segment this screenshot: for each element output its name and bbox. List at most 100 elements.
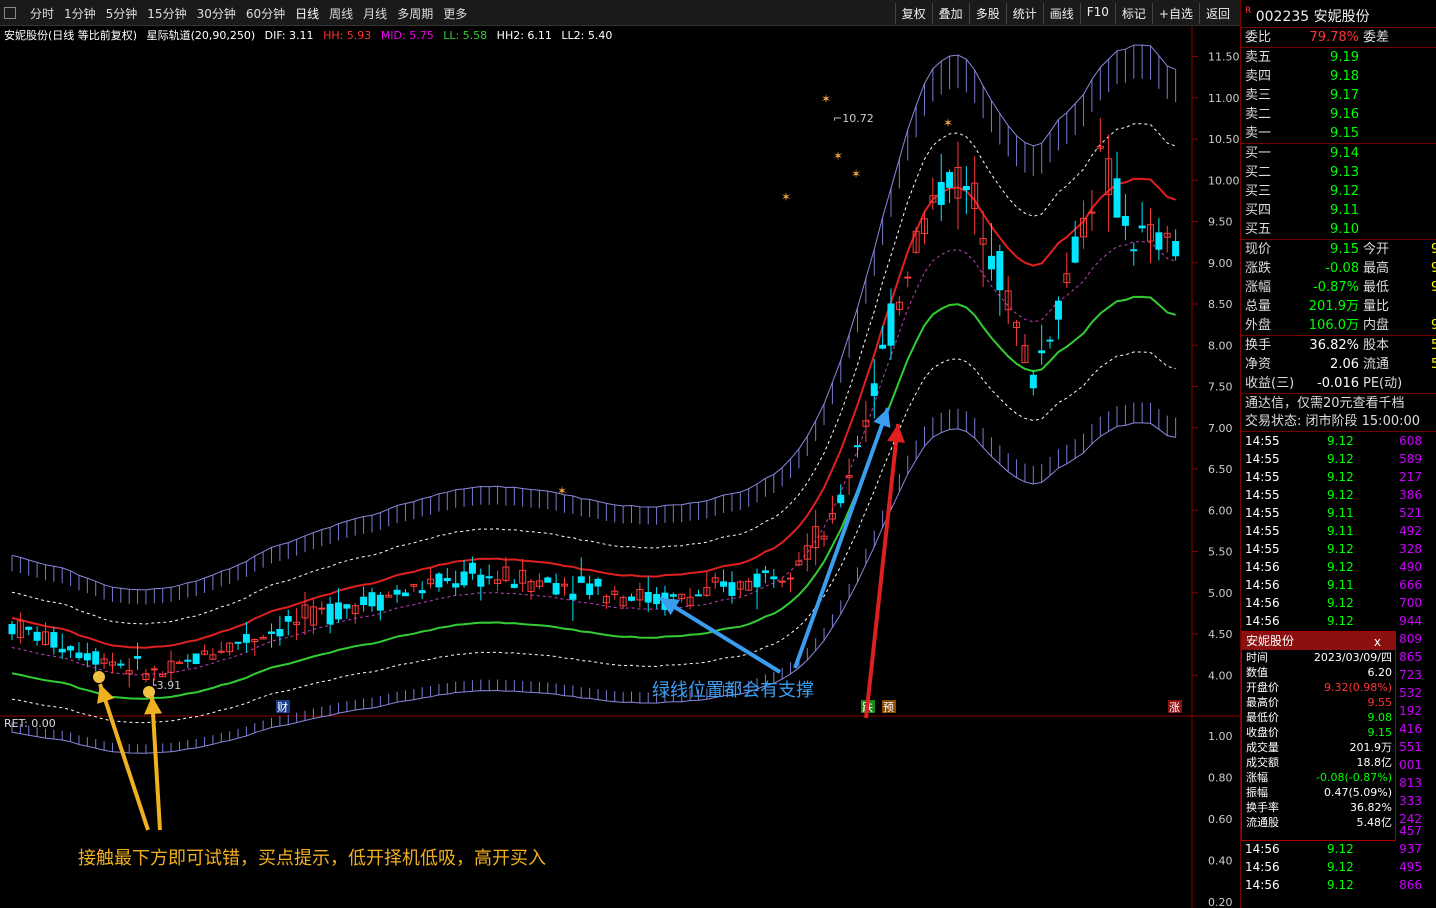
candle-body[interactable] bbox=[150, 668, 158, 671]
candle-body[interactable] bbox=[460, 571, 468, 586]
candle-body[interactable] bbox=[879, 344, 887, 349]
candle-body[interactable] bbox=[904, 276, 912, 279]
candle-body[interactable] bbox=[728, 582, 736, 596]
candle-body[interactable] bbox=[276, 628, 284, 637]
tool-tab[interactable]: F10 bbox=[1079, 3, 1115, 24]
candle-body[interactable] bbox=[962, 185, 970, 191]
tool-tab[interactable]: 叠加 bbox=[931, 3, 969, 24]
candle-body[interactable] bbox=[770, 576, 778, 580]
candle-body[interactable] bbox=[653, 593, 661, 605]
candle-body[interactable] bbox=[8, 623, 16, 635]
candle-body[interactable] bbox=[669, 594, 677, 597]
candle-body[interactable] bbox=[644, 591, 652, 603]
candle-body[interactable] bbox=[326, 603, 334, 625]
candle-body[interactable] bbox=[996, 251, 1004, 291]
candle-body[interactable] bbox=[1172, 241, 1180, 257]
period-tab[interactable]: 30分钟 bbox=[197, 5, 236, 22]
notice[interactable]: 通达信，仅需20元查看千档 bbox=[1241, 393, 1436, 412]
period-tab[interactable]: 多周期 bbox=[397, 5, 433, 22]
candle-body[interactable] bbox=[627, 596, 635, 601]
candle-body[interactable] bbox=[318, 607, 326, 610]
candle-body[interactable] bbox=[778, 580, 786, 583]
candle-body[interactable] bbox=[1046, 339, 1054, 342]
tool-tab[interactable]: 复权 bbox=[894, 3, 932, 24]
candle-body[interactable] bbox=[184, 659, 192, 662]
period-tab[interactable]: 月线 bbox=[363, 5, 387, 22]
candle-body[interactable] bbox=[401, 592, 409, 597]
candle-body[interactable] bbox=[393, 589, 401, 595]
candle-body[interactable] bbox=[25, 626, 33, 630]
candle-body[interactable] bbox=[569, 593, 577, 600]
candle-body[interactable] bbox=[58, 648, 66, 653]
candle-body[interactable] bbox=[376, 594, 384, 611]
tool-tab[interactable]: +自选 bbox=[1151, 3, 1199, 24]
candle-body[interactable] bbox=[787, 577, 795, 580]
candle-body[interactable] bbox=[468, 562, 476, 574]
candle-body[interactable] bbox=[854, 445, 862, 448]
tool-tab[interactable]: 标记 bbox=[1114, 3, 1152, 24]
close-icon[interactable]: x bbox=[1374, 633, 1381, 651]
candle-body[interactable] bbox=[117, 663, 125, 666]
candle-body[interactable] bbox=[753, 573, 761, 588]
candle-body[interactable] bbox=[334, 602, 342, 620]
candle-body[interactable] bbox=[92, 651, 100, 665]
candle-body[interactable] bbox=[1138, 225, 1146, 229]
candle-body[interactable] bbox=[720, 581, 728, 587]
candle-body[interactable] bbox=[33, 631, 41, 641]
candle-body[interactable] bbox=[83, 653, 91, 661]
candle-body[interactable] bbox=[360, 596, 368, 606]
tool-tab[interactable]: 返回 bbox=[1198, 3, 1236, 24]
period-tab[interactable]: 日线 bbox=[295, 5, 319, 22]
candle-body[interactable] bbox=[134, 656, 142, 659]
candle-body[interactable] bbox=[192, 653, 200, 665]
candle-body[interactable] bbox=[594, 578, 602, 587]
candle-body[interactable] bbox=[544, 577, 552, 583]
candle-body[interactable] bbox=[946, 172, 954, 188]
candle-body[interactable] bbox=[268, 631, 276, 634]
tool-tab[interactable]: 画线 bbox=[1042, 3, 1080, 24]
event-marker[interactable]: 预 bbox=[883, 701, 894, 714]
candle-body[interactable] bbox=[577, 576, 585, 583]
candle-body[interactable] bbox=[50, 632, 58, 648]
period-tab[interactable]: 1分钟 bbox=[64, 5, 96, 22]
event-marker[interactable]: 涨 bbox=[1169, 701, 1180, 714]
candle-body[interactable] bbox=[75, 652, 83, 659]
candle-body[interactable] bbox=[552, 583, 560, 595]
period-tab[interactable]: 5分钟 bbox=[106, 5, 138, 22]
candle-body[interactable] bbox=[368, 592, 376, 607]
candle-body[interactable] bbox=[1054, 300, 1062, 320]
candle-body[interactable] bbox=[67, 646, 75, 651]
candle-body[interactable] bbox=[870, 383, 878, 396]
candle-body[interactable] bbox=[435, 573, 443, 588]
candle-body[interactable] bbox=[452, 583, 460, 588]
period-tab[interactable]: 60分钟 bbox=[246, 5, 285, 22]
candle-body[interactable] bbox=[477, 574, 485, 587]
candle-body[interactable] bbox=[443, 578, 451, 582]
tool-tab[interactable]: 统计 bbox=[1005, 3, 1043, 24]
candle-body[interactable] bbox=[1071, 236, 1079, 263]
event-marker[interactable]: 财 bbox=[277, 700, 288, 714]
candle-body[interactable] bbox=[284, 615, 292, 622]
candle-body[interactable] bbox=[694, 594, 702, 597]
candle-body[interactable] bbox=[887, 303, 895, 346]
candle-body[interactable] bbox=[418, 590, 426, 594]
candle-body[interactable] bbox=[485, 576, 493, 579]
candle-body[interactable] bbox=[1038, 350, 1046, 354]
candle-body[interactable] bbox=[234, 641, 242, 644]
window-icon[interactable] bbox=[4, 7, 16, 19]
candle-body[interactable] bbox=[510, 583, 518, 588]
candle-body[interactable] bbox=[1113, 178, 1121, 218]
period-tab[interactable]: 周线 bbox=[329, 5, 353, 22]
period-tab[interactable]: 15分钟 bbox=[147, 5, 186, 22]
candle-body[interactable] bbox=[837, 494, 845, 504]
candle-body[interactable] bbox=[1121, 215, 1129, 226]
candle-body[interactable] bbox=[586, 583, 594, 595]
candle-body[interactable] bbox=[937, 182, 945, 205]
candle-body[interactable] bbox=[1155, 232, 1163, 250]
tool-tab[interactable]: 多股 bbox=[968, 3, 1006, 24]
candle-body[interactable] bbox=[987, 255, 995, 270]
period-tab[interactable]: 分时 bbox=[30, 5, 54, 22]
candle-body[interactable] bbox=[761, 570, 769, 573]
kline-chart[interactable]: 11.50 11.00 10.50 10.00 9.50 9.00 8.50 8.00 7.50… bbox=[0, 26, 1240, 908]
candle-body[interactable] bbox=[1029, 374, 1037, 389]
